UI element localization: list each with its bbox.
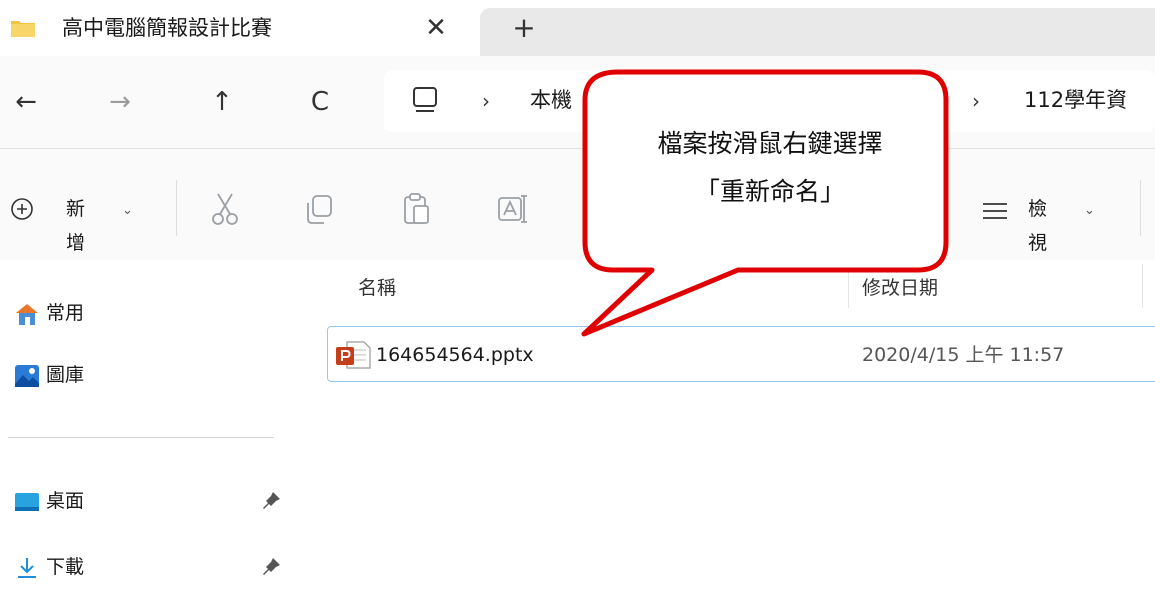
- toolbar-divider: [1140, 180, 1141, 236]
- callout-text: 檔案按滑鼠右鍵選擇 「重新命名」: [600, 120, 940, 216]
- navigation-pane: [0, 260, 300, 590]
- download-icon: [18, 558, 36, 578]
- pin-icon[interactable]: [260, 490, 282, 512]
- toolbar-divider: [176, 180, 177, 236]
- computer-icon: [413, 87, 437, 112]
- forward-arrow-icon[interactable]: →: [98, 80, 142, 124]
- chevron-down-icon: ⌄: [1084, 203, 1095, 218]
- pin-icon[interactable]: [260, 556, 282, 578]
- view-button-label: 檢視: [1028, 198, 1048, 254]
- sidebar-item-label: 下載: [46, 556, 85, 578]
- breadcrumb-separator-icon: ›: [972, 89, 980, 113]
- column-header-name[interactable]: 名稱: [358, 272, 396, 304]
- home-icon: [16, 304, 38, 325]
- tab-close-icon[interactable]: ✕: [418, 10, 454, 46]
- plus-circle-icon: [11, 198, 33, 220]
- new-button-label: 新增: [66, 198, 86, 254]
- paste-icon[interactable]: [400, 192, 434, 226]
- up-arrow-icon[interactable]: ↑: [200, 80, 244, 124]
- tab-strip-empty-area: [480, 8, 1155, 56]
- cut-icon[interactable]: [208, 192, 242, 226]
- column-divider[interactable]: [1142, 264, 1143, 308]
- chevron-down-icon: ⌄: [122, 203, 133, 218]
- callout-line-2: 「重新命名」: [694, 177, 845, 206]
- sidebar-divider: [8, 437, 274, 438]
- sidebar-item-label: 圖庫: [46, 364, 85, 386]
- column-header-date-modified[interactable]: 修改日期: [862, 272, 938, 304]
- copy-icon[interactable]: [302, 193, 336, 227]
- sidebar-item-label: 桌面: [46, 490, 85, 512]
- new-tab-icon[interactable]: +: [506, 10, 542, 46]
- callout-line-1: 檔案按滑鼠右鍵選擇: [657, 129, 883, 158]
- powerpoint-file-icon: [336, 341, 371, 369]
- refresh-icon[interactable]: C: [298, 80, 342, 124]
- file-name[interactable]: 164654564.pptx: [376, 338, 534, 372]
- desktop-icon: [15, 493, 39, 511]
- tab-title[interactable]: 高中電腦簡報設計比賽: [62, 12, 272, 44]
- file-list: [300, 260, 1155, 590]
- breadcrumb-separator-icon: ›: [482, 89, 490, 113]
- folder-icon: [11, 21, 35, 37]
- list-view-icon: [983, 203, 1007, 219]
- breadcrumb-folder[interactable]: 112學年資: [1024, 84, 1127, 116]
- file-date-modified: 2020/4/15 上午 11:57: [862, 344, 1065, 366]
- rename-icon[interactable]: [496, 192, 530, 226]
- sidebar-item-label: 常用: [46, 302, 85, 324]
- back-arrow-icon[interactable]: ←: [4, 80, 48, 124]
- gallery-icon: [15, 365, 39, 387]
- column-divider[interactable]: [848, 264, 849, 308]
- breadcrumb-this-pc[interactable]: 本機: [530, 84, 572, 116]
